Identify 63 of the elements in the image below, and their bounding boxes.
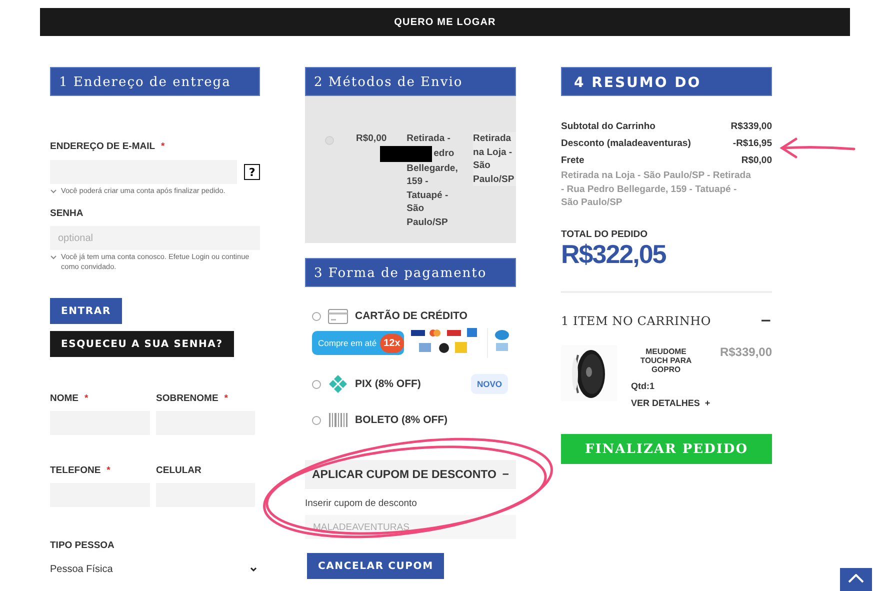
summary-value: -R$16,95	[732, 138, 772, 149]
coupon-label: Inserir cupom de desconto	[305, 498, 418, 509]
payment-option-label: BOLETO (8% OFF)	[355, 414, 448, 426]
shipping-method: Retirada na Loja - São Paulo/SP	[473, 132, 516, 186]
radio-button[interactable]	[312, 312, 321, 320]
payment-option-label: CARTÃO DE CRÉDITO	[355, 310, 468, 322]
chevron-icon	[250, 567, 257, 572]
required-mark: *	[161, 141, 165, 153]
shipping-carrier: Retirada -	[406, 132, 452, 146]
chevron-icon	[50, 255, 57, 260]
summary-label: Desconto (maladeaventuras)	[561, 138, 691, 149]
cancel-coupon-button[interactable]: CANCELAR CUPOM	[307, 553, 444, 579]
login-button[interactable]: ENTRAR	[50, 298, 122, 324]
summary-label: Frete	[561, 155, 584, 166]
total-label: TOTAL DO PEDIDO	[561, 228, 649, 240]
cart-header[interactable]: 1 ITEM NO CARRINHO −	[561, 312, 772, 328]
details-link[interactable]: VER DETALHES	[631, 398, 700, 408]
field-label: SENHA	[50, 208, 84, 220]
field-label: TELEFONE	[50, 465, 101, 477]
shipping-price: R$0,00	[356, 132, 388, 146]
radio-button[interactable]	[312, 380, 321, 388]
shipping-carrier: Bellegarde, 159 - Tatuapé - São Paulo/SP	[406, 162, 459, 229]
product-price: R$339,00	[720, 344, 772, 360]
summary-label: Subtotal do Carrinho	[561, 121, 656, 132]
back-to-top-button[interactable]	[840, 568, 872, 591]
new-badge: NOVO	[470, 374, 508, 394]
payment-option-label: PIX (8% OFF)	[355, 378, 421, 390]
summary-value: R$0,00	[741, 155, 772, 166]
required-mark: *	[224, 393, 228, 405]
pix-icon	[328, 374, 348, 394]
required-mark: *	[106, 465, 110, 477]
field-label: CELULAR	[156, 465, 202, 477]
collapse-icon[interactable]: −	[502, 468, 509, 480]
section-heading: 1 Endereço de entrega	[50, 67, 260, 96]
chevron-icon	[50, 189, 57, 194]
order-total: R$322,05	[561, 240, 667, 268]
summary-value: R$339,00	[730, 121, 772, 132]
collapse-icon[interactable]: −	[760, 312, 772, 328]
chevron-up-icon	[848, 574, 864, 583]
help-button[interactable]: ?	[244, 164, 260, 180]
shipping-carrier: edro	[434, 146, 454, 160]
person-type-select[interactable]: Pessoa Física	[50, 564, 260, 575]
field-label: TIPO PESSOA	[50, 540, 114, 552]
login-bar[interactable]: QUERO ME LOGAR	[40, 8, 850, 36]
forgot-password-button[interactable]: ESQUECEU A SUA SENHA?	[50, 331, 234, 357]
installment-text: Compre em até	[318, 338, 377, 348]
shipping-note: Retirada na Loja - São Paulo/SP - Retirada - Rua Pedro Bellegarde, 159 - Tatuapé - São Paulo/SP	[561, 169, 751, 210]
section-heading: 3 Forma de pagamento	[305, 258, 516, 287]
radio-button[interactable]	[312, 416, 321, 424]
field-label: ENDEREÇO DE E-MAIL	[50, 141, 156, 153]
coupon-header[interactable]: APLICAR CUPOM DE DESCONTO −	[305, 460, 516, 489]
barcode-icon	[328, 413, 348, 427]
credit-card-icon	[328, 308, 348, 324]
section-heading: 2 Métodos de Envio	[305, 67, 516, 96]
password-input[interactable]: optional	[50, 226, 260, 250]
product-quantity: Qtd:1	[631, 381, 656, 392]
expand-icon[interactable]: +	[704, 398, 710, 408]
installment-count: 12x	[380, 334, 404, 352]
required-mark: *	[84, 393, 88, 405]
redaction-bar	[380, 146, 432, 162]
field-label: SOBRENOME	[156, 393, 218, 405]
section-heading: 4 RESUMO DO	[561, 67, 772, 96]
field-label: NOME	[50, 393, 78, 405]
